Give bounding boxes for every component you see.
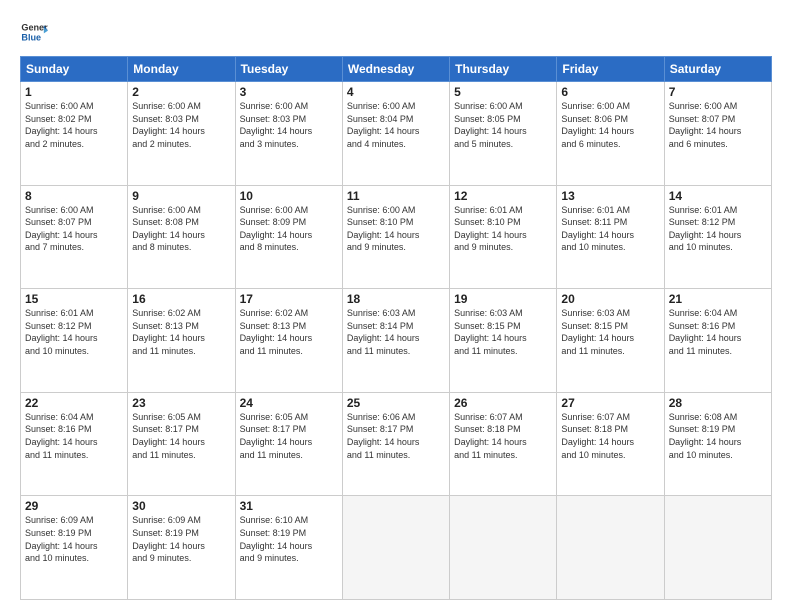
table-row: 4Sunrise: 6:00 AM Sunset: 8:04 PM Daylig… xyxy=(342,82,449,186)
logo: General Blue xyxy=(20,18,48,46)
table-row: 31Sunrise: 6:10 AM Sunset: 8:19 PM Dayli… xyxy=(235,496,342,600)
table-row: 20Sunrise: 6:03 AM Sunset: 8:15 PM Dayli… xyxy=(557,289,664,393)
table-row: 13Sunrise: 6:01 AM Sunset: 8:11 PM Dayli… xyxy=(557,185,664,289)
table-row: 15Sunrise: 6:01 AM Sunset: 8:12 PM Dayli… xyxy=(21,289,128,393)
table-row: 16Sunrise: 6:02 AM Sunset: 8:13 PM Dayli… xyxy=(128,289,235,393)
header: General Blue xyxy=(20,18,772,46)
table-row: 24Sunrise: 6:05 AM Sunset: 8:17 PM Dayli… xyxy=(235,392,342,496)
table-row: 11Sunrise: 6:00 AM Sunset: 8:10 PM Dayli… xyxy=(342,185,449,289)
logo-icon: General Blue xyxy=(20,18,48,46)
table-row xyxy=(664,496,771,600)
table-row: 9Sunrise: 6:00 AM Sunset: 8:08 PM Daylig… xyxy=(128,185,235,289)
weekday-tuesday: Tuesday xyxy=(235,57,342,82)
calendar-week-3: 22Sunrise: 6:04 AM Sunset: 8:16 PM Dayli… xyxy=(21,392,772,496)
table-row: 22Sunrise: 6:04 AM Sunset: 8:16 PM Dayli… xyxy=(21,392,128,496)
table-row: 28Sunrise: 6:08 AM Sunset: 8:19 PM Dayli… xyxy=(664,392,771,496)
table-row: 3Sunrise: 6:00 AM Sunset: 8:03 PM Daylig… xyxy=(235,82,342,186)
table-row xyxy=(557,496,664,600)
table-row: 10Sunrise: 6:00 AM Sunset: 8:09 PM Dayli… xyxy=(235,185,342,289)
weekday-header-row: SundayMondayTuesdayWednesdayThursdayFrid… xyxy=(21,57,772,82)
table-row: 29Sunrise: 6:09 AM Sunset: 8:19 PM Dayli… xyxy=(21,496,128,600)
table-row: 5Sunrise: 6:00 AM Sunset: 8:05 PM Daylig… xyxy=(450,82,557,186)
table-row: 14Sunrise: 6:01 AM Sunset: 8:12 PM Dayli… xyxy=(664,185,771,289)
weekday-monday: Monday xyxy=(128,57,235,82)
weekday-thursday: Thursday xyxy=(450,57,557,82)
table-row: 25Sunrise: 6:06 AM Sunset: 8:17 PM Dayli… xyxy=(342,392,449,496)
table-row: 19Sunrise: 6:03 AM Sunset: 8:15 PM Dayli… xyxy=(450,289,557,393)
table-row: 21Sunrise: 6:04 AM Sunset: 8:16 PM Dayli… xyxy=(664,289,771,393)
table-row: 17Sunrise: 6:02 AM Sunset: 8:13 PM Dayli… xyxy=(235,289,342,393)
table-row: 27Sunrise: 6:07 AM Sunset: 8:18 PM Dayli… xyxy=(557,392,664,496)
table-row: 12Sunrise: 6:01 AM Sunset: 8:10 PM Dayli… xyxy=(450,185,557,289)
weekday-saturday: Saturday xyxy=(664,57,771,82)
table-row: 6Sunrise: 6:00 AM Sunset: 8:06 PM Daylig… xyxy=(557,82,664,186)
table-row: 23Sunrise: 6:05 AM Sunset: 8:17 PM Dayli… xyxy=(128,392,235,496)
table-row: 2Sunrise: 6:00 AM Sunset: 8:03 PM Daylig… xyxy=(128,82,235,186)
weekday-sunday: Sunday xyxy=(21,57,128,82)
calendar-week-4: 29Sunrise: 6:09 AM Sunset: 8:19 PM Dayli… xyxy=(21,496,772,600)
table-row: 1Sunrise: 6:00 AM Sunset: 8:02 PM Daylig… xyxy=(21,82,128,186)
table-row: 8Sunrise: 6:00 AM Sunset: 8:07 PM Daylig… xyxy=(21,185,128,289)
table-row: 30Sunrise: 6:09 AM Sunset: 8:19 PM Dayli… xyxy=(128,496,235,600)
table-row xyxy=(342,496,449,600)
weekday-friday: Friday xyxy=(557,57,664,82)
calendar-week-1: 8Sunrise: 6:00 AM Sunset: 8:07 PM Daylig… xyxy=(21,185,772,289)
calendar-table: SundayMondayTuesdayWednesdayThursdayFrid… xyxy=(20,56,772,600)
table-row: 7Sunrise: 6:00 AM Sunset: 8:07 PM Daylig… xyxy=(664,82,771,186)
page: General Blue SundayMondayTuesdayWednesda… xyxy=(0,0,792,612)
weekday-wednesday: Wednesday xyxy=(342,57,449,82)
svg-text:Blue: Blue xyxy=(21,32,41,42)
calendar-week-0: 1Sunrise: 6:00 AM Sunset: 8:02 PM Daylig… xyxy=(21,82,772,186)
table-row: 18Sunrise: 6:03 AM Sunset: 8:14 PM Dayli… xyxy=(342,289,449,393)
table-row: 26Sunrise: 6:07 AM Sunset: 8:18 PM Dayli… xyxy=(450,392,557,496)
calendar-week-2: 15Sunrise: 6:01 AM Sunset: 8:12 PM Dayli… xyxy=(21,289,772,393)
table-row xyxy=(450,496,557,600)
